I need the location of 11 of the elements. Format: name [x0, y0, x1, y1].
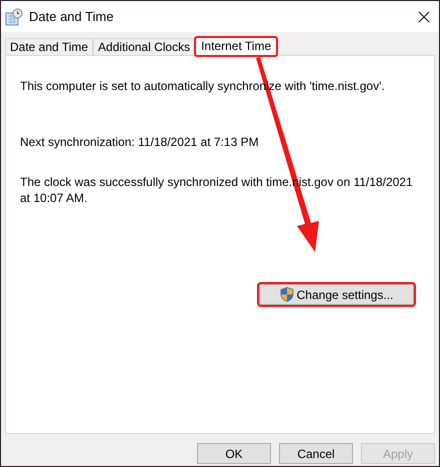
close-icon[interactable] [418, 10, 430, 22]
shield-icon [280, 287, 294, 302]
tab[interactable]: Additional Clocks [93, 38, 196, 55]
change-settings-button[interactable]: Change settings... [259, 284, 414, 305]
tab[interactable]: Date and Time [5, 38, 94, 55]
next-sync-text: Next synchronization: 11/18/2021 at 7:13 PM [20, 134, 260, 150]
tab[interactable]: Internet Time [195, 37, 278, 56]
window-title: Date and Time [29, 9, 115, 24]
clock-calendar-icon [5, 8, 23, 26]
dialog-button[interactable]: Cancel [279, 443, 353, 464]
dialog-button[interactable]: OK [197, 443, 271, 464]
